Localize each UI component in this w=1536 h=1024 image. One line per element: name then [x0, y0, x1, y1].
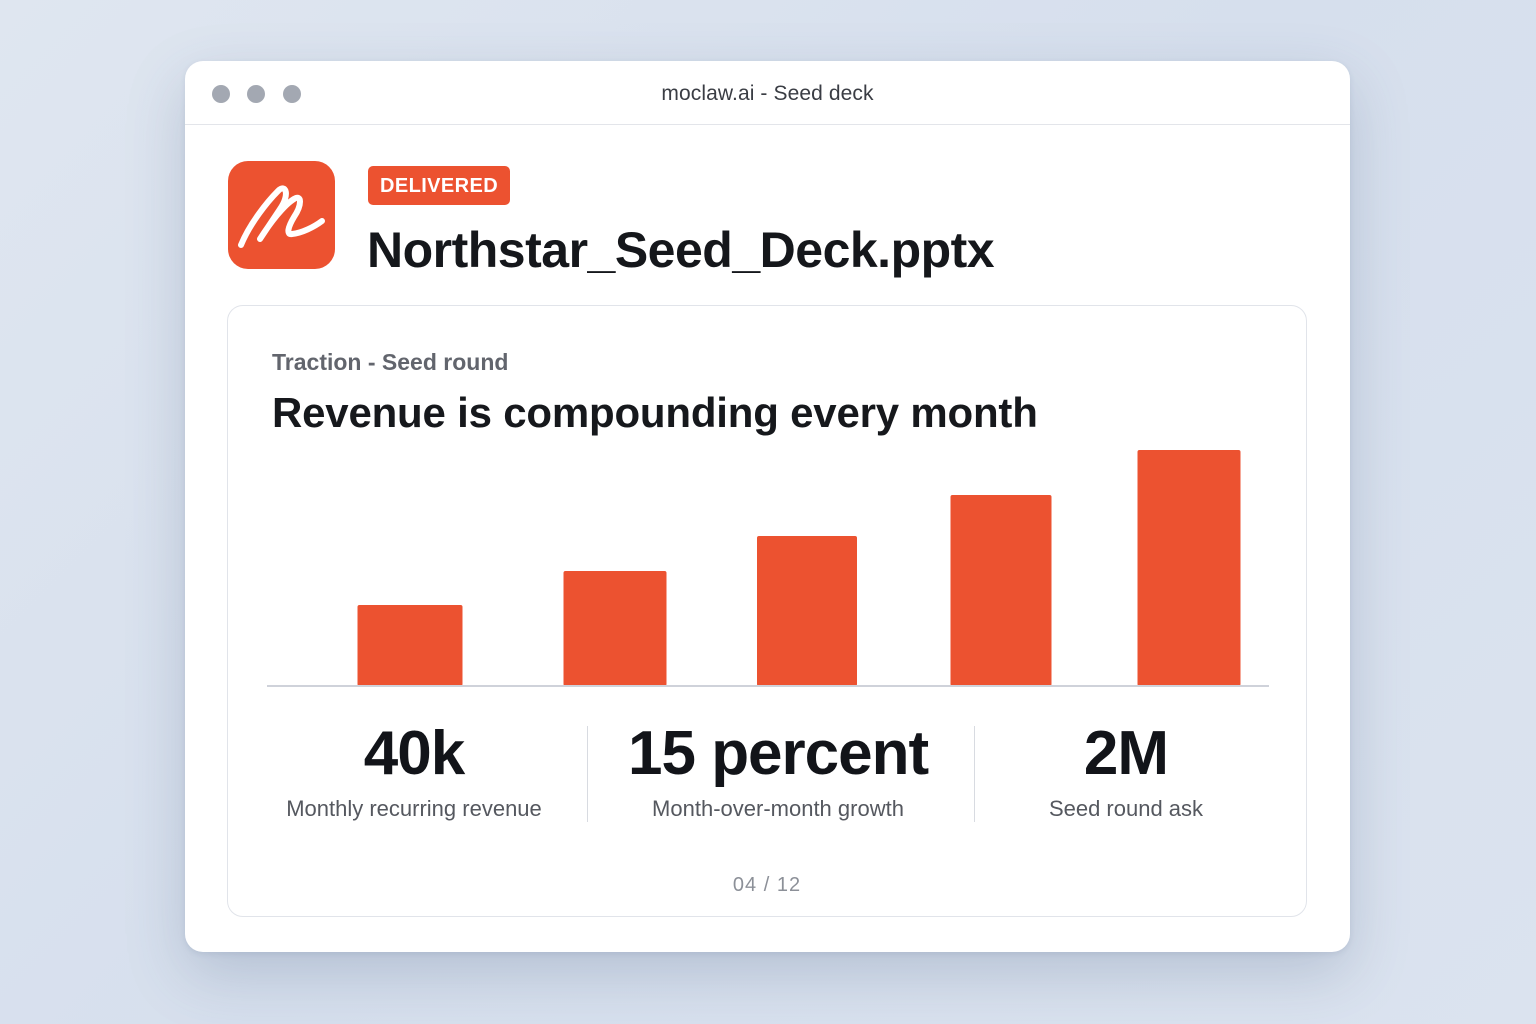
chart-bar: [757, 536, 857, 686]
stat-divider: [587, 726, 588, 822]
window-title: moclaw.ai - Seed deck: [661, 82, 874, 105]
signature-logo-icon: [228, 161, 335, 269]
stat-label: Seed round ask: [1048, 796, 1204, 821]
title-bar: moclaw.ai - Seed deck: [185, 61, 1350, 125]
stat-value: 15 percent: [628, 719, 929, 788]
chart-bar: [950, 495, 1052, 686]
app-window: moclaw.ai - Seed deck DELIVERED Northsta…: [185, 61, 1350, 952]
stat-seed-ask: 2M Seed round ask: [1008, 718, 1244, 822]
stat-divider: [974, 726, 975, 822]
stats-row: 40k Monthly recurring revenue 15 percent…: [228, 718, 1306, 833]
page-indicator: 04 / 12: [228, 874, 1306, 897]
stat-label: Month-over-month growth: [652, 796, 904, 821]
stat-mrr: 40k Monthly recurring revenue: [268, 718, 560, 822]
chart-svg: [267, 450, 1269, 687]
page-total: 12: [776, 874, 802, 896]
page-current: 04: [732, 874, 758, 896]
chart-bar: [563, 571, 667, 686]
slide-headline: Revenue is compounding every month: [272, 389, 1038, 436]
page-separator: /: [763, 874, 771, 896]
chart-bar: [357, 605, 463, 686]
stat-value: 2M: [1083, 719, 1169, 788]
stat-value: 40k: [363, 719, 465, 788]
file-name-title[interactable]: Northstar_Seed_Deck.pptx: [367, 221, 995, 279]
revenue-bar-chart: [267, 446, 1269, 688]
chart-bar: [1137, 450, 1241, 686]
slide-preview-card[interactable]: Traction - Seed round Revenue is compoun…: [227, 305, 1307, 917]
slide-eyebrow: Traction - Seed round: [272, 349, 509, 375]
status-badge: DELIVERED: [368, 166, 511, 205]
stat-growth: 15 percent Month-over-month growth: [628, 718, 929, 822]
stat-label: Monthly recurring revenue: [286, 796, 542, 821]
